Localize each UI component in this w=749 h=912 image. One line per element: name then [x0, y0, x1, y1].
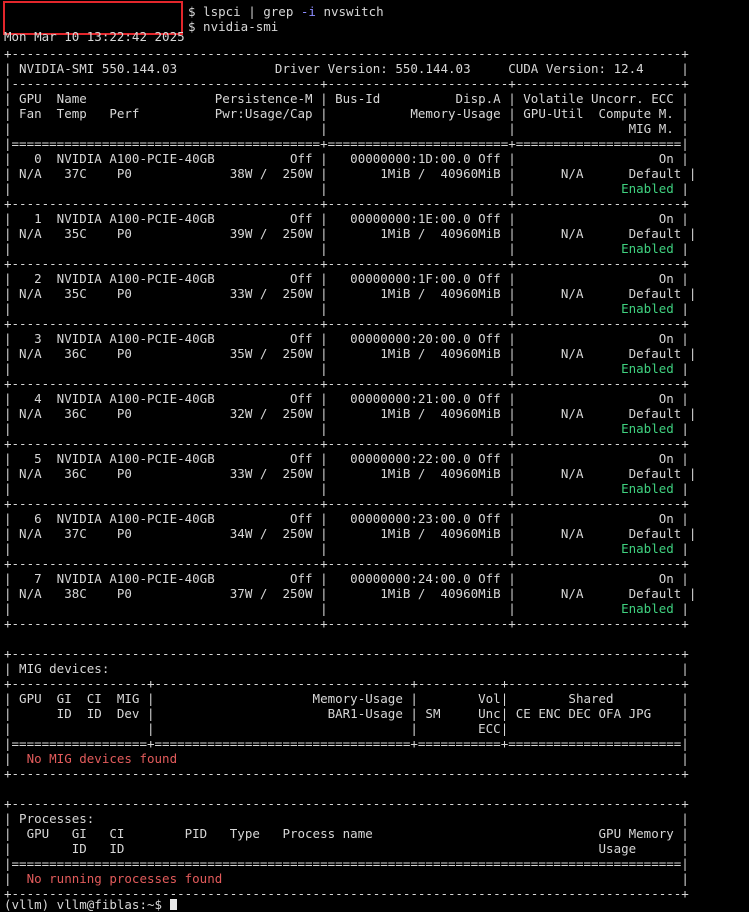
mig-mode-status: Enabled — [621, 301, 674, 316]
gpu-row-line-3: | | | Enabled | — [4, 481, 689, 496]
proc-border-top: +---------------------------------------… — [4, 796, 689, 811]
gpu-row: | 2 NVIDIA A100-PCIE-40GB Off | 00000000… — [4, 271, 749, 331]
command-line-1: $ lspci | grep -i nvswitch — [188, 4, 384, 19]
gpu-row: | 3 NVIDIA A100-PCIE-40GB Off | 00000000… — [4, 331, 749, 391]
mig-header-1: | GPU GI CI MIG | Memory-Usage | Vol| Sh… — [4, 691, 689, 706]
cursor-block — [169, 899, 177, 910]
gpu-row-separator: +---------------------------------------… — [4, 496, 689, 511]
gpu-row-line-2: | N/A 36C P0 33W / 250W | 1MiB / 40960Mi… — [4, 466, 697, 481]
gpu-row-line-3: | | | Enabled | — [4, 301, 689, 316]
mig-mode-status: Enabled — [621, 541, 674, 556]
mig-mode-status: Enabled — [621, 421, 674, 436]
gpu-row-line-1: | 5 NVIDIA A100-PCIE-40GB Off | 00000000… — [4, 451, 689, 466]
gpu-row-line-2: | N/A 36C P0 32W / 250W | 1MiB / 40960Mi… — [4, 406, 697, 421]
no-processes-message: No running processes found — [26, 871, 223, 886]
proc-equals-separator: |=======================================… — [4, 856, 689, 871]
header-border: +---------------------------------------… — [4, 46, 689, 61]
gpu-row-line-2: | N/A 37C P0 38W / 250W | 1MiB / 40960Mi… — [4, 166, 697, 181]
gpu-row-line-1: | 4 NVIDIA A100-PCIE-40GB Off | 00000000… — [4, 391, 689, 406]
gpu-row-line-3: | | | Enabled | — [4, 181, 689, 196]
header-separator: |---------------------------------------… — [4, 76, 689, 91]
mig-border-bottom: +---------------------------------------… — [4, 766, 689, 781]
gpu-row: | 4 NVIDIA A100-PCIE-40GB Off | 00000000… — [4, 391, 749, 451]
mig-separator: +------------------+--------------------… — [4, 676, 689, 691]
gpu-row-separator: +---------------------------------------… — [4, 376, 689, 391]
proc-header-1: | GPU GI CI PID Type Process name GPU Me… — [4, 826, 689, 841]
column-header-3: | | | MIG M. | — [4, 121, 689, 136]
gpu-row: | 1 NVIDIA A100-PCIE-40GB Off | 00000000… — [4, 211, 749, 271]
mig-header-3: | | | ECC| | — [4, 721, 689, 736]
gpu-row-line-1: | 1 NVIDIA A100-PCIE-40GB Off | 00000000… — [4, 211, 689, 226]
shell-prompt[interactable]: (vllm) vllm@fiblas:~$ — [4, 897, 749, 912]
mig-mode-status: Enabled — [621, 241, 674, 256]
gpu-row-separator: +---------------------------------------… — [4, 316, 689, 331]
gpu-row-line-1: | 7 NVIDIA A100-PCIE-40GB Off | 00000000… — [4, 571, 689, 586]
gpu-row-line-3: | | | Enabled | — [4, 361, 689, 376]
timestamp-line: Mon Mar 10 13:22:42 2025 — [4, 31, 185, 43]
gpu-row-line-2: | N/A 35C P0 39W / 250W | 1MiB / 40960Mi… — [4, 226, 697, 241]
gpu-row-separator: +---------------------------------------… — [4, 436, 689, 451]
column-header-1: | GPU Name Persistence-M | Bus-Id Disp.A… — [4, 91, 689, 106]
column-header-2: | Fan Temp Perf Pwr:Usage/Cap | Memory-U… — [4, 106, 689, 121]
gpu-row-separator: +---------------------------------------… — [4, 256, 689, 271]
gpu-row-line-3: | | | Enabled | — [4, 541, 689, 556]
mig-none-line: | No MIG devices found | — [4, 751, 689, 766]
gpu-row: | 6 NVIDIA A100-PCIE-40GB Off | 00000000… — [4, 511, 749, 571]
proc-none-line: | No running processes found | — [4, 871, 689, 886]
gpu-row-line-3: | | | Enabled | — [4, 421, 689, 436]
gpu-row-line-2: | N/A 37C P0 34W / 250W | 1MiB / 40960Mi… — [4, 526, 697, 541]
mig-mode-status: Enabled — [621, 181, 674, 196]
gpu-row: | 0 NVIDIA A100-PCIE-40GB Off | 00000000… — [4, 151, 749, 211]
gpu-row-line-2: | N/A 36C P0 35W / 250W | 1MiB / 40960Mi… — [4, 346, 697, 361]
header-equals-separator: |=======================================… — [4, 136, 689, 151]
mig-equals-separator: |==================+====================… — [4, 736, 689, 751]
no-mig-message: No MIG devices found — [26, 751, 178, 766]
mig-mode-status: Enabled — [621, 481, 674, 496]
gpu-row-line-2: | N/A 38C P0 37W / 250W | 1MiB / 40960Mi… — [4, 586, 697, 601]
mig-title: | MIG devices: | — [4, 661, 689, 676]
version-info-line: | NVIDIA-SMI 550.144.03 Driver Version: … — [4, 61, 689, 76]
mig-border-top: +---------------------------------------… — [4, 646, 689, 661]
gpu-row-separator: +---------------------------------------… — [4, 616, 689, 631]
gpu-row-line-1: | 0 NVIDIA A100-PCIE-40GB Off | 00000000… — [4, 151, 689, 166]
gpu-row-line-1: | 3 NVIDIA A100-PCIE-40GB Off | 00000000… — [4, 331, 689, 346]
mig-mode-status: Enabled — [621, 601, 674, 616]
proc-title: | Processes: | — [4, 811, 689, 826]
gpu-row-line-2: | N/A 35C P0 33W / 250W | 1MiB / 40960Mi… — [4, 286, 697, 301]
gpu-row: | 7 NVIDIA A100-PCIE-40GB Off | 00000000… — [4, 571, 749, 631]
proc-header-2: | ID ID Usage | — [4, 841, 689, 856]
gpu-row-line-3: | | | Enabled | — [4, 241, 689, 256]
terminal-output[interactable]: $ lspci | grep -i nvswitch $ nvidia-smi … — [4, 4, 749, 912]
gpu-table: | 0 NVIDIA A100-PCIE-40GB Off | 00000000… — [4, 151, 749, 631]
gpu-row-line-1: | 2 NVIDIA A100-PCIE-40GB Off | 00000000… — [4, 271, 689, 286]
gpu-row-line-3: | | | Enabled | — [4, 601, 689, 616]
gpu-row-line-1: | 6 NVIDIA A100-PCIE-40GB Off | 00000000… — [4, 511, 689, 526]
mig-header-2: | ID ID Dev | BAR1-Usage | SM Unc| CE EN… — [4, 706, 689, 721]
gpu-row: | 5 NVIDIA A100-PCIE-40GB Off | 00000000… — [4, 451, 749, 511]
mig-mode-status: Enabled — [621, 361, 674, 376]
gpu-row-separator: +---------------------------------------… — [4, 196, 689, 211]
gpu-row-separator: +---------------------------------------… — [4, 556, 689, 571]
